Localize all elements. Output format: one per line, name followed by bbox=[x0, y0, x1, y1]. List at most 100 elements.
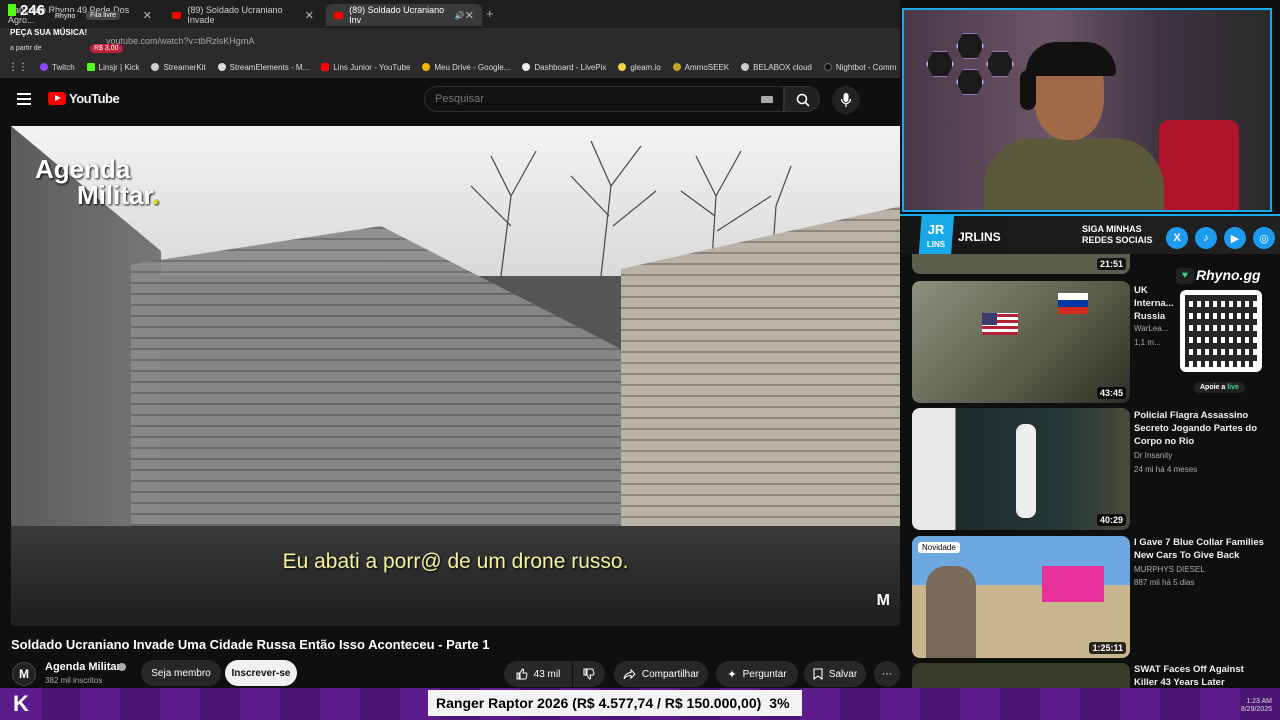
save-button[interactable]: Salvar bbox=[804, 661, 866, 687]
youtube-favicon-icon bbox=[334, 11, 344, 19]
new-badge: Novidade bbox=[918, 542, 960, 553]
new-tab-icon[interactable]: + bbox=[486, 6, 494, 21]
bookmark-label: BELABOX cloud bbox=[753, 62, 812, 72]
thumbs-down-icon bbox=[583, 668, 595, 680]
kick-icon bbox=[86, 63, 95, 71]
search-input[interactable] bbox=[435, 93, 735, 105]
kick-logo-icon: K bbox=[0, 688, 42, 720]
subscribe-button[interactable]: Inscrever-se bbox=[225, 660, 297, 686]
instagram-icon: ◎ bbox=[1253, 227, 1275, 249]
video-title[interactable]: UK Interna... Russia bbox=[1134, 284, 1174, 323]
bookmark-lins-youtube[interactable]: Lins Junior - YouTube bbox=[321, 63, 410, 72]
subscriber-count: 382 mil inscritos bbox=[45, 676, 103, 685]
logo-text: YouTube bbox=[69, 91, 120, 106]
video-meta: 24 mi há 4 meses bbox=[1134, 465, 1198, 474]
watermark-dot: . bbox=[152, 180, 160, 210]
video-channel[interactable]: Dr Insanity bbox=[1134, 451, 1172, 460]
like-count: 43 mil bbox=[533, 668, 561, 680]
bookmark-label: StreamerKit bbox=[163, 62, 206, 72]
video-thumbnail[interactable]: Novidade 1:25:11 bbox=[912, 536, 1130, 658]
viewer-count: 246 bbox=[20, 2, 46, 19]
hamburger-menu-icon[interactable] bbox=[17, 93, 31, 105]
channel-avatar[interactable]: M bbox=[12, 662, 36, 686]
goal-text: Ranger Raptor 2026 (R$ 4.577,74 / R$ 150… bbox=[436, 695, 762, 711]
tray-time: 1:23 AM bbox=[1246, 698, 1272, 705]
bookmark-belabox[interactable]: BELABOX cloud bbox=[741, 63, 812, 72]
bookmark-ammoseek[interactable]: AmmoSEEK bbox=[672, 62, 730, 72]
bookmark-label: Lins Junior - YouTube bbox=[333, 62, 411, 72]
bookmark-label: Twitch bbox=[52, 62, 75, 72]
save-label: Salvar bbox=[828, 668, 858, 680]
apps-grid-icon[interactable]: ⋮⋮ bbox=[8, 62, 28, 73]
search-box[interactable] bbox=[424, 86, 784, 112]
us-flag-icon bbox=[982, 313, 1018, 335]
close-tab-icon[interactable]: ✕ bbox=[305, 9, 314, 22]
browser-tab-active[interactable]: (89) Soldado Ucraniano Inv 🔊 ✕ bbox=[326, 4, 482, 26]
globe-icon bbox=[522, 63, 531, 71]
bookmark-streamelements[interactable]: StreamElements - M... bbox=[217, 63, 309, 72]
bookmark-kick[interactable]: Linsjr | Kick bbox=[86, 62, 140, 72]
russia-flag-icon bbox=[1058, 293, 1088, 314]
share-icon bbox=[623, 668, 636, 679]
video-thumbnail[interactable]: 43:45 bbox=[912, 281, 1130, 403]
x-twitter-icon: X bbox=[1166, 227, 1188, 249]
support-label: Apoie a bbox=[1200, 384, 1226, 391]
bookmark-twitch[interactable]: Twitch bbox=[40, 63, 75, 72]
more-actions-button[interactable]: ⋯ bbox=[874, 661, 900, 687]
queue-badge: Fila livre bbox=[86, 11, 121, 20]
dislike-button[interactable] bbox=[573, 661, 605, 687]
ask-button[interactable]: ✦ Perguntar bbox=[716, 661, 798, 687]
youtube-play-icon bbox=[48, 92, 66, 105]
bookmark-drive[interactable]: Meu Drive - Google... bbox=[422, 63, 510, 72]
channel-name[interactable]: Agenda Militar bbox=[45, 661, 121, 673]
video-title: Soldado Ucraniano Invade Uma Cidade Russ… bbox=[11, 637, 490, 652]
badge-text: JR bbox=[927, 222, 945, 237]
keyboard-icon[interactable] bbox=[761, 96, 773, 103]
subscribe-label: Inscrever-se bbox=[231, 667, 291, 679]
video-channel[interactable]: MURPHYS DIESEL bbox=[1134, 565, 1205, 574]
video-thumbnail[interactable]: 40:29 bbox=[912, 408, 1130, 530]
video-title[interactable]: Policial Flagra Assassino Secreto Jogand… bbox=[1134, 409, 1264, 448]
youtube-logo[interactable]: YouTube bbox=[48, 91, 120, 106]
bookmark-gleam[interactable]: gleam.io bbox=[618, 63, 661, 72]
bookmark-livepix[interactable]: Dashboard - LivePix bbox=[522, 63, 606, 72]
video-duration: 40:29 bbox=[1096, 514, 1126, 526]
video-thumbnail[interactable] bbox=[912, 663, 1130, 688]
tiktok-icon: ♪ bbox=[1195, 227, 1217, 249]
youtube-favicon-icon bbox=[172, 11, 182, 19]
live-label: live bbox=[1227, 384, 1239, 391]
video-duration: 1:25:11 bbox=[1089, 642, 1126, 654]
youtube-header: YouTube bbox=[0, 78, 900, 122]
search-button[interactable] bbox=[784, 86, 820, 112]
rubble-ground bbox=[11, 526, 900, 626]
video-thumbnail[interactable]: 21:51 bbox=[912, 254, 1130, 274]
cta-line2: REDES SOCIAIS bbox=[1082, 235, 1153, 245]
join-member-button[interactable]: Seja membro bbox=[141, 660, 221, 686]
streamer-handle: JRLINS bbox=[958, 230, 1001, 244]
streamer-webcam bbox=[902, 8, 1272, 212]
watermark-line2: Militar bbox=[77, 180, 153, 210]
video-title[interactable]: SWAT Faces Off Against Killer 43 Years L… bbox=[1134, 663, 1264, 689]
speaker-icon[interactable]: 🔊 bbox=[455, 11, 465, 20]
like-button[interactable]: 43 mil bbox=[504, 661, 572, 687]
video-channel[interactable]: WarLea... bbox=[1134, 324, 1168, 333]
voice-search-button[interactable] bbox=[832, 86, 860, 114]
bookmark-label: Linsjr | Kick bbox=[98, 62, 140, 72]
browser-tab[interactable]: (89) Soldado Ucraniano Invade ✕ bbox=[164, 4, 322, 26]
support-badge: Apoie a live bbox=[1194, 382, 1245, 393]
pink-car bbox=[1042, 566, 1104, 602]
share-button[interactable]: Compartilhar bbox=[614, 661, 708, 687]
video-title[interactable]: I Gave 7 Blue Collar Families New Cars T… bbox=[1134, 536, 1264, 562]
channel-watermark: Agenda Militar. bbox=[35, 156, 159, 208]
tab-label: (89) Soldado Ucraniano Invade bbox=[187, 5, 283, 25]
goal-percent: 3% bbox=[769, 695, 790, 711]
bookmark-label: Nightbot - Comm bbox=[835, 62, 897, 72]
close-tab-icon[interactable]: ✕ bbox=[143, 9, 152, 22]
video-meta: 1,1 m... bbox=[1134, 338, 1161, 347]
close-tab-icon[interactable]: ✕ bbox=[465, 9, 474, 22]
video-player[interactable]: Agenda Militar. Eu abati a porr@ de um d… bbox=[11, 126, 900, 626]
video-duration: 43:45 bbox=[1096, 387, 1126, 399]
bookmark-streamerkit[interactable]: StreamerKit bbox=[151, 62, 206, 72]
bookmark-label: AmmoSEEK bbox=[684, 62, 730, 72]
bookmark-nightbot[interactable]: Nightbot - Comm bbox=[823, 62, 897, 72]
